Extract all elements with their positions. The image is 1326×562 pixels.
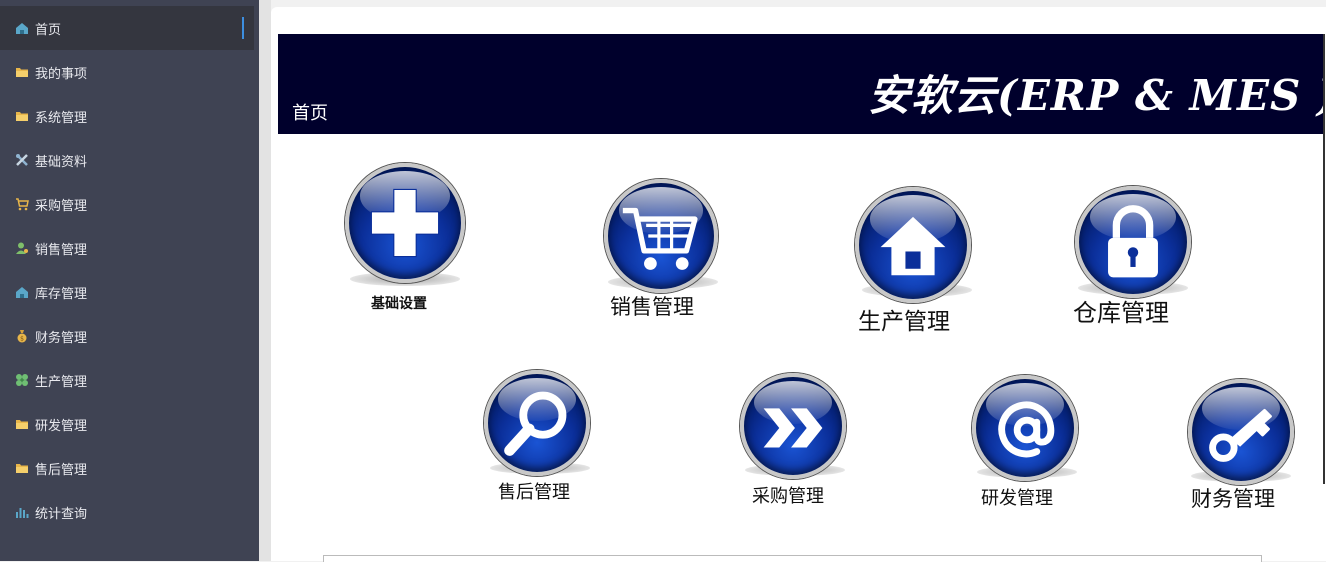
sidebar-item-sales[interactable]: 销售管理 (0, 226, 254, 270)
sidebar-item-label: 首页 (35, 22, 62, 38)
sidebar-item-production[interactable]: 生产管理 (0, 358, 254, 402)
module-label: 采购管理 (752, 486, 824, 507)
plus-icon (345, 163, 465, 283)
module-label: 销售管理 (610, 295, 694, 319)
sidebar-item-home[interactable]: 首页 (0, 6, 254, 50)
content-divider (1323, 34, 1325, 484)
home-icon (15, 21, 29, 35)
sidebar-item-after-sales[interactable]: 售后管理 (0, 446, 254, 490)
tools-icon (15, 153, 29, 167)
module-finance[interactable]: 财务管理 (1185, 376, 1315, 511)
bar-chart-icon (15, 505, 29, 519)
sidebar-item-rnd[interactable]: 研发管理 (0, 402, 254, 446)
folder-icon (15, 109, 29, 123)
sidebar-item-purchase[interactable]: 采购管理 (0, 182, 254, 226)
sidebar-item-system[interactable]: 系统管理 (0, 94, 254, 138)
sidebar-item-label: 财务管理 (35, 330, 88, 346)
module-label: 基础设置 (371, 296, 427, 312)
folder-icon (15, 65, 29, 79)
module-production[interactable]: 生产管理 (852, 185, 982, 335)
sidebar-item-label: 基础资料 (35, 154, 88, 170)
page-title: 首页 (292, 103, 328, 124)
module-after-sales[interactable]: 售后管理 (480, 368, 600, 503)
key-icon (1188, 379, 1294, 485)
module-purchase[interactable]: 采购管理 (735, 370, 855, 507)
module-rnd[interactable]: 研发管理 (967, 372, 1087, 509)
sidebar-item-label: 系统管理 (35, 110, 88, 126)
folder-icon (15, 461, 29, 475)
folder-icon (15, 417, 29, 431)
module-label: 研发管理 (981, 488, 1053, 509)
module-label: 财务管理 (1191, 487, 1275, 511)
sidebar-item-label: 采购管理 (35, 198, 88, 214)
lock-icon (1075, 186, 1191, 298)
sidebar-item-my-tasks[interactable]: 我的事项 (0, 50, 254, 94)
module-basic-settings[interactable]: 基础设置 (340, 160, 470, 315)
sidebar-item-inventory[interactable]: 库存管理 (0, 270, 254, 314)
at-sign-icon (972, 375, 1078, 481)
module-label: 仓库管理 (1073, 299, 1169, 327)
layout-gutter (259, 0, 271, 561)
sidebar-item-label: 库存管理 (35, 286, 88, 302)
sidebar-item-basic-data[interactable]: 基础资料 (0, 138, 254, 182)
home-icon (15, 285, 29, 299)
sidebar-item-finance[interactable]: $ 财务管理 (0, 314, 254, 358)
module-label: 生产管理 (858, 309, 950, 335)
sidebar-item-label: 售后管理 (35, 462, 88, 478)
cart-icon (604, 179, 718, 293)
svg-text:$: $ (20, 336, 24, 343)
header-banner: 首页 安软云(ERP & MES ) (278, 34, 1323, 134)
module-warehouse[interactable]: 仓库管理 (1070, 183, 1200, 328)
money-bag-icon: $ (15, 329, 29, 343)
user-icon (15, 241, 29, 255)
module-label: 售后管理 (498, 482, 570, 503)
sidebar-item-label: 研发管理 (35, 418, 88, 434)
brand-logo-text: 安软云(ERP & MES ) (868, 71, 1323, 120)
sidebar-item-label: 统计查询 (35, 506, 88, 522)
magnifier-icon (484, 370, 590, 476)
sidebar-item-label: 我的事项 (35, 66, 88, 82)
module-sales[interactable]: 销售管理 (598, 175, 728, 325)
clover-icon (15, 373, 29, 387)
sidebar-item-statistics[interactable]: 统计查询 (0, 490, 254, 534)
house-icon (855, 187, 971, 303)
active-indicator (242, 17, 244, 39)
sidebar-item-label: 销售管理 (35, 242, 88, 258)
sidebar-item-label: 生产管理 (35, 374, 88, 390)
cart-icon (15, 197, 29, 211)
fast-forward-icon (740, 373, 846, 479)
sidebar-nav: 首页 我的事项 系统管理 基础资料 采购管理 销售管理 库存管理 $ 财务管理 … (0, 0, 259, 561)
